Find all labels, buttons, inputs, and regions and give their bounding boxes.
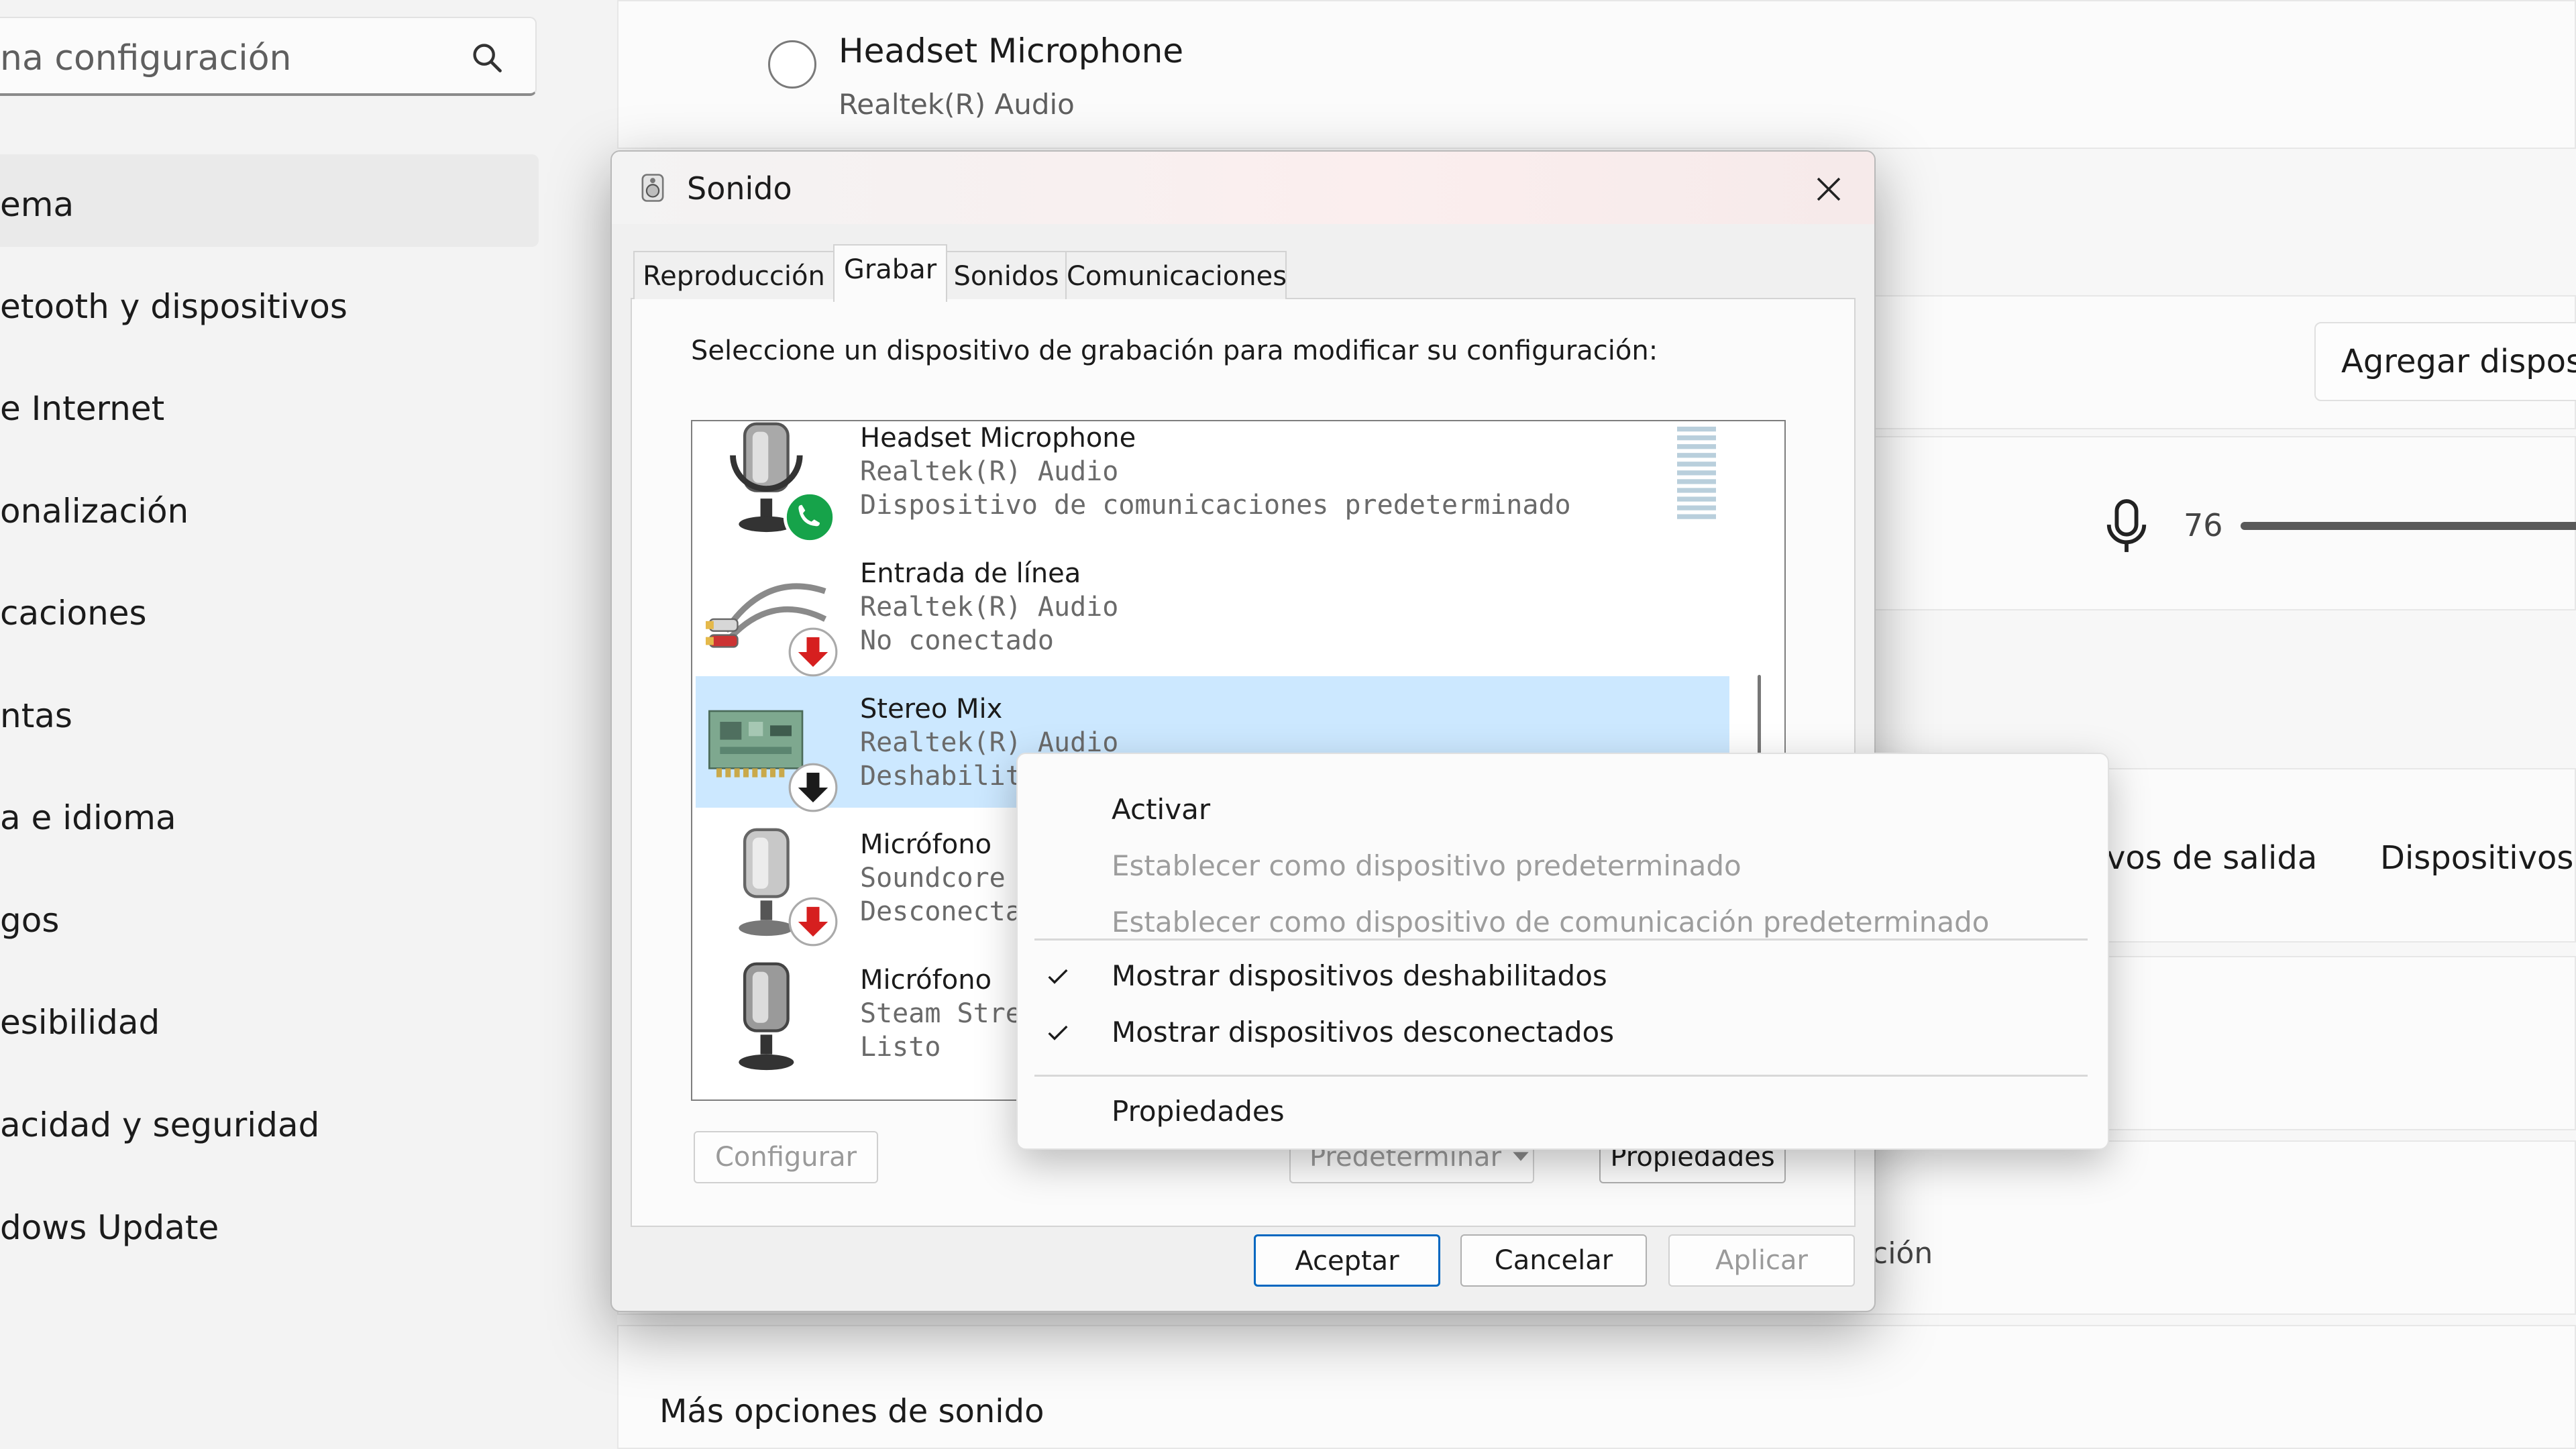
dialog-title: Sonido (687, 170, 792, 207)
menu-item-show-disabled[interactable]: Mostrar dispositivos deshabilitados (1112, 953, 1607, 1000)
down-arrow-black-badge-icon (788, 763, 838, 812)
device-driver-soundcore: Soundcore (860, 863, 1006, 894)
device-name-line-in: Entrada de línea (860, 558, 1081, 589)
sidebar-item-network[interactable]: e Internet (0, 385, 164, 432)
more-sound-options-link[interactable]: Más opciones de sonido (659, 1391, 1044, 1432)
sidebar-item-bluetooth[interactable]: etooth y dispositivos (0, 283, 347, 330)
sidebar-item-personalization[interactable]: onalización (0, 488, 189, 535)
card-text-fragment: ción (1872, 1236, 1933, 1271)
input-device-card (617, 0, 2576, 149)
tab-recording[interactable]: Grabar (833, 244, 947, 302)
menu-separator (1034, 938, 2088, 941)
volume-slider[interactable] (2241, 522, 2576, 530)
down-arrow-red-badge-icon (788, 897, 838, 947)
add-device-label: Agregar dispos (2341, 343, 2576, 380)
dialog-titlebar[interactable] (612, 152, 1874, 224)
volume-value: 76 (2184, 507, 2223, 543)
input-device-name: Headset Microphone (839, 32, 1184, 70)
device-status-line-in: No conectado (860, 625, 1054, 656)
cancel-button[interactable]: Cancelar (1460, 1234, 1647, 1287)
menu-item-enable[interactable]: Activar (1112, 786, 1210, 833)
context-menu: Activar Establecer como dispositivo pred… (1016, 753, 2109, 1150)
tab-playback[interactable]: Reproducción (633, 251, 835, 299)
device-name-stereo-mix: Stereo Mix (860, 694, 1003, 724)
sidebar-item-privacy[interactable]: acidad y seguridad (0, 1102, 319, 1148)
devices-tab-fragment[interactable]: Dispositivos (2380, 837, 2573, 879)
configure-button[interactable]: Configurar (694, 1131, 878, 1183)
sidebar-item-accessibility[interactable]: esibilidad (0, 999, 160, 1046)
sidebar-item-system[interactable]: ema (0, 181, 74, 228)
tab-communications[interactable]: Comunicaciones (1065, 251, 1287, 299)
tab-sounds[interactable]: Sonidos (946, 251, 1067, 299)
check-icon (1048, 969, 1068, 984)
device-driver-headset: Realtek(R) Audio (860, 456, 1119, 487)
sidebar-selected-highlight (0, 154, 539, 247)
microphone-icon (2106, 499, 2147, 552)
sidebar-item-gaming[interactable]: gos (0, 897, 59, 944)
instruction-text: Seleccione un dispositivo de grabación p… (691, 335, 1658, 366)
microphone-icon (739, 962, 794, 1071)
menu-separator (1034, 1075, 2088, 1077)
settings-search-input[interactable]: na configuración (0, 19, 291, 98)
device-name-steam: Micrófono (860, 965, 992, 996)
down-arrow-red-badge-icon (788, 627, 838, 677)
device-status-steam: Listo (860, 1032, 941, 1063)
check-icon (1048, 1025, 1068, 1040)
device-driver-line-in: Realtek(R) Audio (860, 592, 1119, 623)
input-device-radio[interactable] (768, 40, 816, 89)
input-device-sub: Realtek(R) Audio (839, 88, 1075, 121)
level-meter (1677, 427, 1716, 519)
menu-item-set-default[interactable]: Establecer como dispositivo predetermina… (1112, 843, 1741, 890)
sidebar-item-accounts[interactable]: ntas (0, 692, 72, 739)
ok-button[interactable]: Aceptar (1254, 1234, 1440, 1287)
sidebar-item-apps[interactable]: caciones (0, 590, 147, 637)
apply-button[interactable]: Aplicar (1668, 1234, 1855, 1287)
menu-item-show-disconnected[interactable]: Mostrar dispositivos desconectados (1112, 1009, 1614, 1056)
close-icon[interactable] (1813, 173, 1845, 205)
sidebar-item-language[interactable]: a e idioma (0, 794, 176, 841)
speaker-icon (641, 174, 664, 202)
sidebar-item-windows-update[interactable]: dows Update (0, 1204, 219, 1251)
output-devices-tab-fragment[interactable]: vos de salida (2106, 837, 2317, 879)
search-icon[interactable] (470, 40, 504, 75)
menu-item-properties[interactable]: Propiedades (1112, 1088, 1285, 1135)
device-name-soundcore: Micrófono (860, 829, 992, 860)
device-name-headset: Headset Microphone (860, 423, 1136, 453)
phone-badge-icon (783, 490, 837, 544)
device-status-headset: Dispositivo de comunicaciones predetermi… (860, 490, 1571, 521)
